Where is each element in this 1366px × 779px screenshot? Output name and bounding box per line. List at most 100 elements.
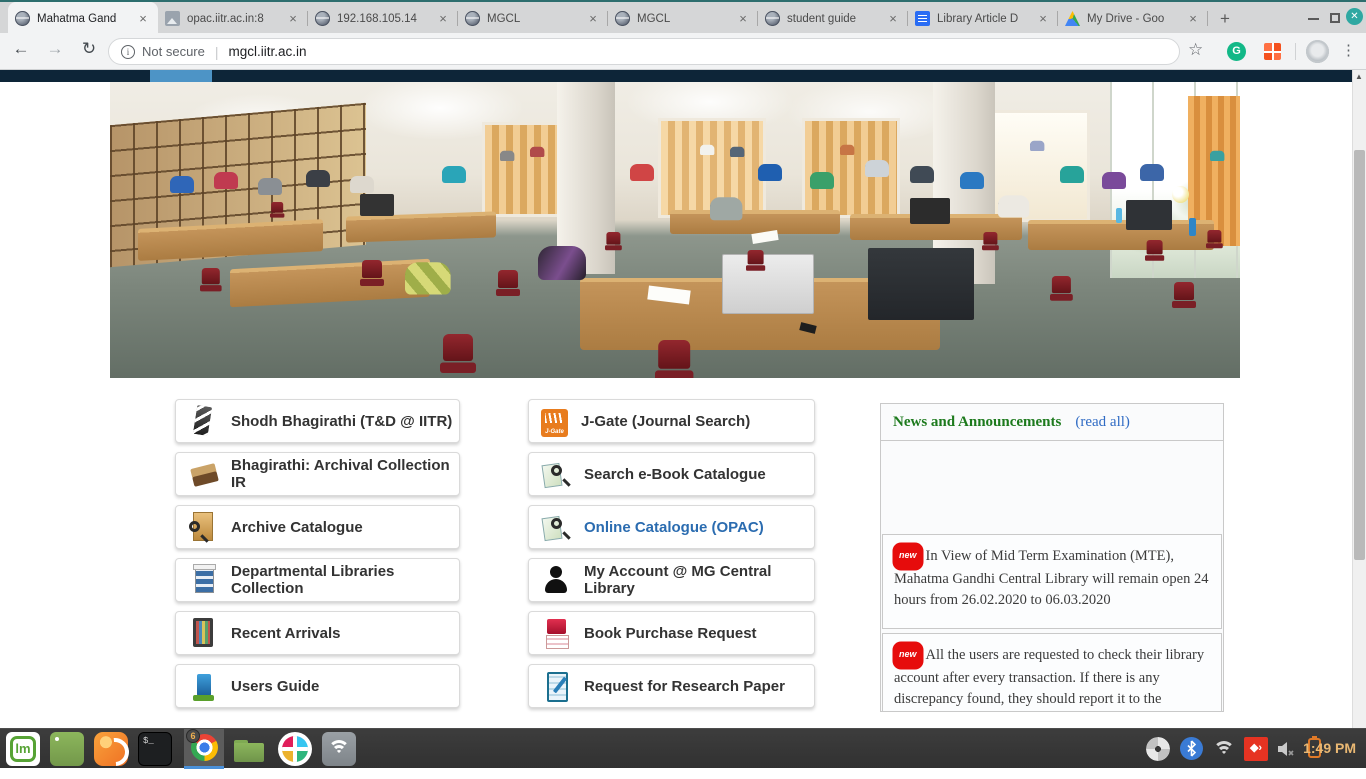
link-archive-catalogue[interactable]: Archive Catalogue [175,505,460,549]
tab-mgcl-1[interactable]: MGCL × [458,2,608,35]
link-label: Book Purchase Request [584,625,757,642]
link-users-guide[interactable]: Users Guide [175,664,460,708]
reload-button[interactable]: ↻ [76,39,102,59]
tab-close-icon[interactable]: × [135,11,151,27]
tab-my-drive[interactable]: My Drive - Goo × [1058,2,1208,35]
bookmark-star-icon[interactable]: ☆ [1188,40,1203,60]
link-label: My Account @ MG Central Library [584,563,814,597]
tab-close-icon[interactable]: × [735,11,751,27]
tabs-container: Mahatma Gand × opac.iitr.ac.in:8 × 192.1… [8,2,1238,35]
slack-launcher-icon[interactable] [278,732,312,766]
guide-book-icon [188,669,218,703]
tab-opac[interactable]: opac.iitr.ac.in:8 × [158,2,308,35]
extension-icon[interactable] [1264,43,1281,60]
tab-title: MGCL [637,13,735,25]
link-ebook-catalogue[interactable]: Search e-Book Catalogue [528,452,815,496]
globe-favicon-icon [465,11,480,26]
google-docs-favicon-icon [915,11,930,26]
grammarly-extension-icon[interactable]: G [1227,42,1246,61]
link-bhagirathi-archival[interactable]: Bhagirathi: Archival Collection IR [175,452,460,496]
tab-close-icon[interactable]: × [435,11,451,27]
site-navbar-active-item [150,70,212,82]
anydesk-tray-icon[interactable]: ◆› [1244,737,1268,761]
news-header: News and Announcements (read all) [881,404,1223,441]
link-label: Departmental Libraries Collection [231,563,459,597]
address-bar[interactable]: i Not secure | mgcl.iitr.ac.in [108,38,1180,65]
info-icon[interactable]: i [121,45,135,59]
link-recent-arrivals[interactable]: Recent Arrivals [175,611,460,655]
tab-title: Library Article D [937,13,1035,25]
tab-close-icon[interactable]: × [285,11,301,27]
link-jgate[interactable]: J-Gate J-Gate (Journal Search) [528,399,815,443]
mint-menu-button[interactable]: lm [6,732,40,766]
link-my-account[interactable]: My Account @ MG Central Library [528,558,815,602]
tab-close-icon[interactable]: × [1185,11,1201,27]
window-minimize-button[interactable] [1308,18,1319,20]
browser-menu-icon[interactable]: ⋮ [1341,41,1356,59]
globe-favicon-icon [765,11,780,26]
window-close-button[interactable]: ✕ [1346,8,1363,25]
link-label: Bhagirathi: Archival Collection IR [231,457,459,491]
tab-close-icon[interactable]: × [1035,11,1051,27]
new-tab-button[interactable]: + [1212,6,1238,32]
page-scrollbar[interactable]: ▲ [1352,70,1366,728]
terminal-launcher-icon[interactable]: $_ [138,732,172,766]
window-restore-button[interactable] [1330,13,1340,23]
tab-close-icon[interactable]: × [885,11,901,27]
profile-avatar[interactable] [1306,40,1329,63]
globe-favicon-icon [615,11,630,26]
scrollbar-thumb[interactable] [1354,150,1365,560]
globe-favicon-icon [315,11,330,26]
bluetooth-tray-icon[interactable] [1180,737,1203,760]
mint-logo-icon: lm [10,736,36,762]
google-drive-favicon-icon [1065,11,1080,26]
link-opac[interactable]: Online Catalogue (OPAC) [528,505,815,549]
new-badge: new [894,643,922,668]
library-photo [110,82,1240,378]
firefox-launcher-icon[interactable] [94,732,128,766]
news-item-text: All the users are requested to check the… [894,647,1204,707]
quick-links-left-column: Shodh Bhagirathi (T&D @ IITR) Bhagirathi… [175,399,460,717]
tab-mahatma-gandhi[interactable]: Mahatma Gand × [8,2,158,35]
thesis-icon [188,404,218,438]
browser-toolbar: ← → ↻ i Not secure | mgcl.iitr.ac.in ☆ G… [0,33,1366,70]
tab-library-article[interactable]: Library Article D × [908,2,1058,35]
slack-tray-icon[interactable] [1146,737,1170,761]
file-manager-launcher-icon[interactable] [232,732,266,766]
forward-button[interactable]: → [42,39,68,59]
link-book-purchase-request[interactable]: Book Purchase Request [528,611,815,655]
book-search-icon [541,457,571,491]
chrome-window-count-badge: 6 [186,729,200,743]
tab-student-guide[interactable]: student guide × [758,2,908,35]
scrollbar-up-arrow[interactable]: ▲ [1354,72,1364,81]
read-all-link[interactable]: (read all) [1075,414,1130,431]
wifi-tray-icon[interactable] [1212,739,1236,759]
image-favicon-icon [165,11,180,26]
globe-favicon-icon [15,11,30,26]
back-button[interactable]: ← [8,39,34,59]
wifi-app-launcher-icon[interactable] [322,732,356,766]
link-shodh-bhagirathi[interactable]: Shodh Bhagirathi (T&D @ IITR) [175,399,460,443]
show-desktop-button[interactable] [50,732,84,766]
link-departmental-libraries[interactable]: Departmental Libraries Collection [175,558,460,602]
volume-muted-icon[interactable] [1276,739,1296,779]
chrome-taskbar-item[interactable]: 6 [184,729,224,769]
link-label: Request for Research Paper [584,678,785,695]
link-research-paper-request[interactable]: Request for Research Paper [528,664,815,708]
news-title: News and Announcements [893,414,1061,431]
browser-window: Mahatma Gand × opac.iitr.ac.in:8 × 192.1… [0,0,1366,768]
book-search-icon [541,510,571,544]
taskbar: lm $_ 6 ◆› 1:49 PM [0,728,1366,768]
link-label: Archive Catalogue [231,519,363,536]
link-label: J-Gate (Journal Search) [581,413,750,430]
jgate-logo-text: J-Gate [541,429,568,435]
tab-mgcl-2[interactable]: MGCL × [608,2,758,35]
tab-strip: Mahatma Gand × opac.iitr.ac.in:8 × 192.1… [0,0,1366,33]
tab-title: Mahatma Gand [37,13,135,25]
new-badge: new [894,544,922,569]
red-book-icon [541,616,571,650]
tab-title: My Drive - Goo [1087,13,1185,25]
tab-ip-address[interactable]: 192.168.105.14 × [308,2,458,35]
tab-close-icon[interactable]: × [585,11,601,27]
tab-title: 192.168.105.14 [337,13,435,25]
